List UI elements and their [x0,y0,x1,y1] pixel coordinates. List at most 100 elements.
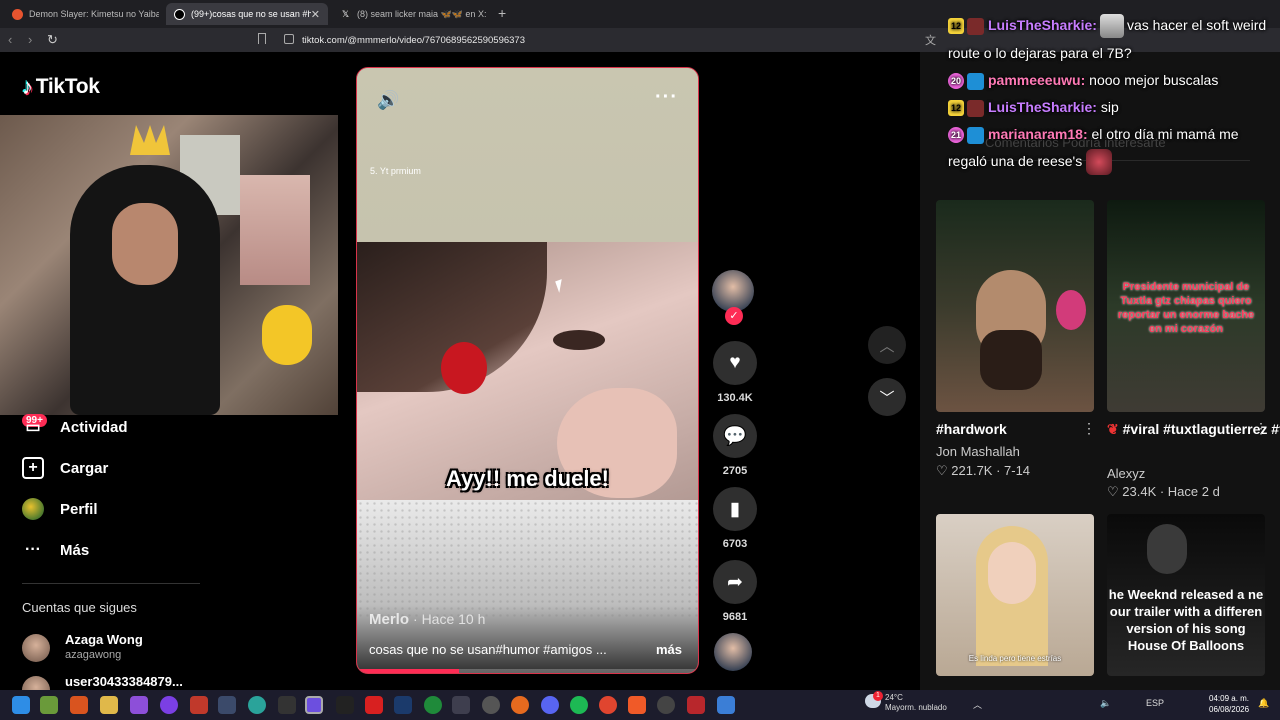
close-tab-icon[interactable]: ✕ [311,8,320,21]
language-indicator[interactable]: ESP [1146,698,1164,708]
app-icon[interactable] [365,696,383,714]
sidebar-item-label: Perfil [60,500,98,518]
app-icon[interactable] [160,696,178,714]
chat-text: regaló una de reese's [948,153,1083,169]
video-player[interactable]: 🔊 ··· 5. Yt prmium Ayy!! me duele! Merlo… [356,67,699,674]
chat-user: LuisTheSharkie [988,17,1093,33]
prev-video-button[interactable]: ︿ [868,326,906,364]
xbox-icon[interactable] [424,696,442,714]
app-icon[interactable] [218,696,236,714]
sidebar-item-actividad[interactable]: ▭ Actividad [22,416,127,438]
sidebar-item-perfil[interactable]: Perfil [22,498,98,520]
card-user[interactable]: Jon Mashallah [936,444,1020,459]
tab-title: (99+)cosas que no se usan #hum [191,9,311,19]
forward-icon[interactable]: › [28,32,32,47]
app-icon[interactable] [657,696,675,714]
save-count: 6703 [722,538,748,550]
reload-icon[interactable]: ↻ [47,32,58,48]
volume-icon[interactable]: 🔊 [377,90,399,111]
app-icon[interactable] [278,696,296,714]
thumbnail-face [988,542,1036,604]
card-menu-icon[interactable]: ⋮ [1082,420,1096,437]
translate-icon[interactable]: 文 [925,32,936,48]
video-overlay-text: 5. Yt prmium [370,166,421,176]
card-user[interactable]: Alexyz [1107,466,1145,481]
tiktok-logo[interactable]: ♪ TikTok [22,74,100,100]
spotify-icon[interactable] [570,696,588,714]
video-lips [441,342,487,394]
clock[interactable]: 04:09 a. m. 06/08/2026 [1209,693,1249,715]
edge-icon[interactable] [248,696,266,714]
chat-level-badge: 21 [948,127,964,144]
thumbnail-text: he Weeknd released a ne our trailer with… [1108,587,1264,653]
notifications-icon[interactable]: 🔔 [1258,698,1269,709]
app-icon[interactable] [336,696,354,714]
account-handle: azagawong [65,649,122,661]
chat-user: LuisTheSharkie [988,99,1093,115]
card-menu-icon[interactable]: ⋮ [1254,420,1268,437]
card-title[interactable]: #hardwork [936,421,1007,437]
tab-tiktok[interactable]: (99+)cosas que no se usan #hum ✕ [166,3,328,25]
chat-text: route o lo dejaras para el 7B? [948,45,1132,61]
video-thumbnail[interactable]: he Weeknd released a ne our trailer with… [1107,514,1265,676]
chrome-icon[interactable] [599,696,617,714]
profile-avatar [22,498,44,520]
site-settings-icon[interactable] [284,34,294,44]
url-text: tiktok.com/@mmmerlo/video/76706895625905… [302,34,525,46]
comment-button[interactable]: 💬 [713,414,757,458]
save-button[interactable]: ▮ [713,487,757,531]
twitch-icon[interactable] [130,696,148,714]
next-video-button[interactable]: ﹀ [868,378,906,416]
chat-sub-badge-icon [967,99,984,117]
app-icon[interactable] [717,696,735,714]
app-icon[interactable] [190,696,208,714]
video-more-icon[interactable]: ··· [655,86,678,109]
music-disc-avatar[interactable] [714,633,752,671]
creator-avatar[interactable] [712,270,754,312]
app-icon[interactable] [452,696,470,714]
discord-icon[interactable] [541,696,559,714]
start-icon[interactable] [12,696,30,714]
screen: Demon Slayer: Kimetsu no Yaiba en B (99+… [0,0,1280,720]
more-description-button[interactable]: más [656,642,682,657]
tab-x[interactable]: 𝕏 (8) seam licker maia 🦋🦋 en X: "Du [332,3,492,25]
webcam-person-face [112,203,178,285]
video-progress-bar[interactable] [357,669,698,673]
bookmark-icon[interactable] [258,33,266,44]
share-button[interactable]: ➦ [713,560,757,604]
video-author[interactable]: Merlo · Hace 10 h [369,611,485,628]
volume-tray-icon[interactable]: 🔈 [1100,698,1111,709]
weather-badge: 1 [873,691,883,701]
video-thumbnail[interactable]: Es linda pero tiene estrías [936,514,1094,676]
card-meta: ♡ 221.7K · 7-14 [936,463,1031,478]
video-thumbnail[interactable] [936,200,1094,412]
more-icon: ··· [25,541,41,558]
new-tab-icon[interactable]: + [498,5,506,21]
app-icon[interactable] [305,696,323,714]
video-eye [553,330,605,350]
app-icon[interactable] [40,696,58,714]
folder-icon[interactable] [100,696,118,714]
chat-emote-icon [1086,149,1113,176]
photoshop-icon[interactable] [394,696,412,714]
chat-sub-badge-icon [967,126,984,144]
video-thumbnail[interactable]: Presidente municipal de Tuxtla gtz chiap… [1107,200,1265,412]
brave-icon[interactable] [628,696,646,714]
tray-expand-icon[interactable]: ︿ [973,698,982,711]
sidebar-item-cargar[interactable]: + Cargar [22,457,108,479]
sidebar-item-mas[interactable]: ··· Más [22,539,89,561]
following-account[interactable]: Azaga Wong azagawong [22,632,143,662]
chat-sub-badge-icon [967,17,984,35]
like-button[interactable]: ♥ [713,341,757,385]
follow-check-icon[interactable]: ✓ [725,307,743,325]
tab-demon-slayer[interactable]: Demon Slayer: Kimetsu no Yaiba en B [4,3,164,25]
weather-widget[interactable]: 24°C Mayorm. nublado [885,693,947,713]
sidebar-item-label: Más [60,541,90,559]
app-icon[interactable] [687,696,705,714]
app-icon[interactable] [482,696,500,714]
app-icon[interactable] [70,696,88,714]
firefox-icon[interactable] [511,696,529,714]
share-icon: ➦ [727,571,743,593]
back-icon[interactable]: ‹ [8,32,12,47]
url-field[interactable]: tiktok.com/@mmmerlo/video/76706895625905… [276,30,946,50]
